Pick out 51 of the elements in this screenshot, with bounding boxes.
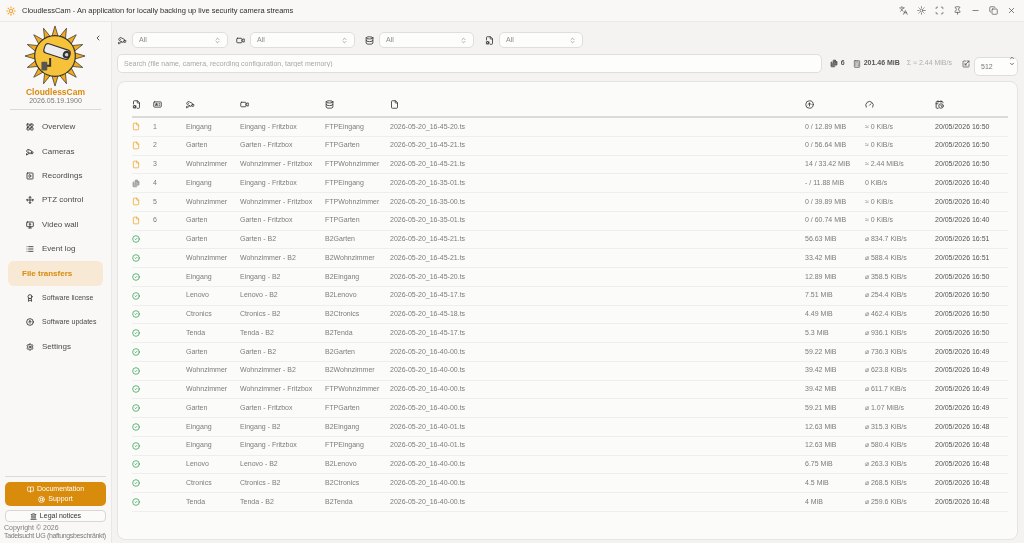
video-camera-icon	[240, 99, 249, 109]
nav-item[interactable]: Settings	[8, 334, 103, 359]
arrow-up-circle-icon	[26, 318, 34, 327]
pin-icon[interactable]	[953, 6, 962, 15]
nav-item[interactable]: Event log	[8, 236, 103, 262]
cctv-icon	[26, 147, 34, 156]
files-icon	[829, 59, 838, 68]
chevrons-icon	[460, 36, 467, 44]
collapse-icon[interactable]	[94, 34, 102, 42]
app-name: CloudlessCam	[25, 87, 85, 97]
nav-item[interactable]: Cameras	[8, 139, 103, 164]
fullscreen-icon[interactable]	[935, 6, 944, 15]
nav-item[interactable]: PTZ control	[8, 188, 103, 213]
sun-camera-icon	[24, 25, 86, 87]
translate-icon[interactable]	[899, 6, 908, 15]
play-square-icon	[26, 171, 34, 180]
nav-item[interactable]: Overview	[8, 115, 103, 140]
move-icon	[26, 196, 34, 205]
grid-icon	[26, 123, 34, 132]
chevrons-icon	[569, 36, 576, 44]
arrow-up-circle-icon	[805, 99, 814, 109]
caret-up-icon[interactable]	[1009, 54, 1015, 61]
award-icon	[26, 293, 34, 302]
nav-item[interactable]: Video wall	[8, 212, 103, 237]
scaling-icon	[962, 59, 970, 68]
book-icon	[26, 485, 34, 493]
monitor-icon	[26, 220, 34, 229]
file-cog-icon	[485, 35, 494, 45]
video-camera-icon	[236, 35, 245, 45]
cctv-icon	[118, 35, 127, 45]
list-icon	[26, 245, 34, 254]
lifebuoy-icon	[38, 495, 46, 503]
settings-icon	[26, 342, 34, 351]
nav-item[interactable]: Recordings	[8, 163, 103, 189]
file-icon	[390, 99, 399, 109]
landmark-icon	[29, 512, 37, 520]
chevrons-icon	[341, 36, 348, 44]
sun-icon	[6, 5, 16, 16]
id-card-icon	[153, 99, 162, 109]
caret-down-icon[interactable]	[1009, 60, 1015, 67]
restore-icon[interactable]	[989, 6, 998, 15]
cctv-icon	[186, 99, 195, 109]
file-cog-icon	[132, 99, 141, 109]
database-icon	[365, 35, 374, 45]
close-icon[interactable]	[1007, 6, 1016, 15]
calculator-icon	[852, 59, 861, 68]
gauge-icon	[865, 99, 874, 109]
calendar-clock-icon	[935, 99, 944, 109]
chevrons-icon	[214, 36, 221, 44]
database-icon	[325, 99, 334, 109]
sun-icon[interactable]	[917, 6, 926, 15]
